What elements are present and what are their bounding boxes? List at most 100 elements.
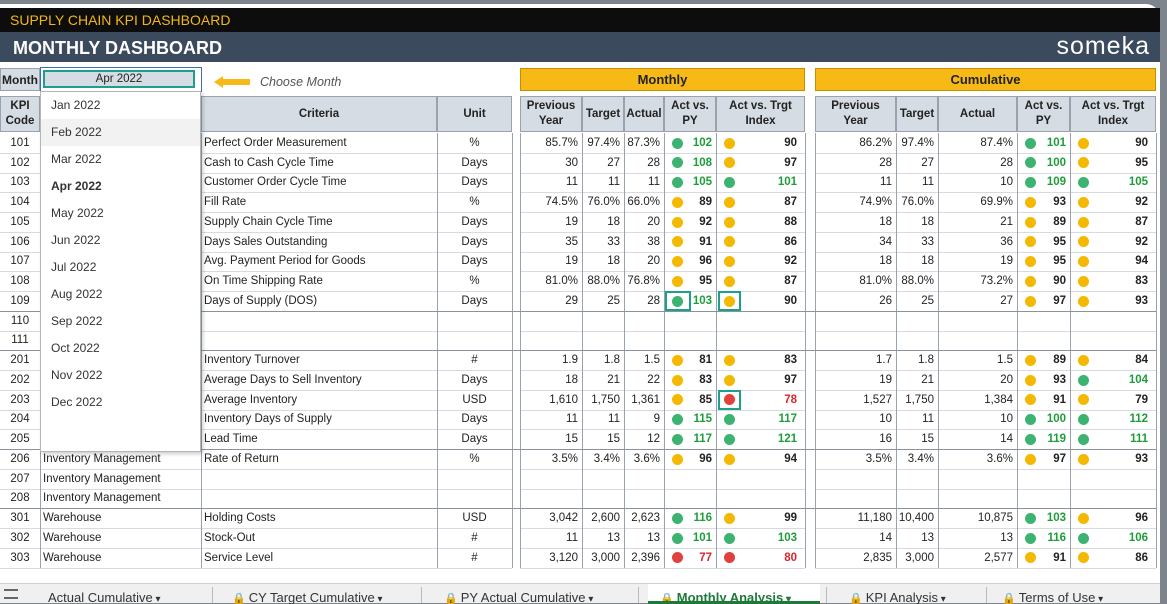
status-dot-icon [724,414,735,425]
kpi-code: 106 [10,235,30,248]
dropdown-option[interactable]: Jun 2022 [41,227,200,254]
monthly-act-vs-py: 115 [693,413,712,426]
monthly-act-vs-py: 105 [692,176,712,189]
section-cumulative: Cumulative [815,68,1156,91]
monthly-act-vs-trgt: 88 [784,215,797,228]
monthly-actual [624,311,664,331]
kpi-criteria: Service Level [204,551,274,564]
group-divider [0,508,1156,510]
monthly-actual [624,469,664,489]
header-kpi-code: KPI Code [0,96,40,132]
column-divider [1156,133,1157,568]
dropdown-option[interactable]: Feb 2022 [41,119,200,146]
kpi-code: 203 [10,393,30,406]
sheet-tab[interactable]: 🔒 Monthly Analysis ▾ [648,584,820,604]
monthly-prev-year: 19 [565,255,578,268]
cumulative-prev-year: 28 [879,156,892,169]
status-dot-icon [672,354,683,366]
monthly-actual: 20 [647,255,660,268]
dropdown-option[interactable]: May 2022 [41,200,200,227]
kpi-unit [437,331,512,351]
status-dot-icon [672,137,683,149]
row-divider [520,567,805,569]
status-dot-icon [1078,196,1089,208]
cumulative-actual: 21 [1000,215,1013,228]
cumulative-actual: 28 [1000,156,1013,169]
cumulative-target: 1,750 [905,393,934,406]
dropdown-option[interactable]: Apr 2022 [41,173,200,200]
cumulative-actual: 20 [1000,373,1013,386]
status-dot-icon [1025,512,1036,524]
status-dot-icon [1078,275,1089,287]
monthly-actual: 76.8% [627,275,660,288]
status-dot-icon [724,196,735,208]
dropdown-option[interactable]: Mar 2022 [41,146,200,173]
monthly-actual: 12 [647,433,660,446]
sheet-tab[interactable]: 🔒 CY Target Cumulative ▾ [220,584,415,604]
kpi-criteria: Stock-Out [204,531,256,544]
status-dot-icon [1025,374,1036,386]
cumulative-act-vs-trgt: 95 [1135,156,1148,169]
monthly-actual: 28 [647,156,660,169]
status-dot-icon [672,177,683,188]
sheet-tab-label: Monthly Analysis [676,590,784,604]
cumulative-prev-year: 2,835 [863,551,892,564]
cumulative-target: 21 [921,373,934,386]
monthly-prev-year: 19 [565,215,578,228]
monthly-actual: 2,396 [631,551,660,564]
sheet-tab[interactable]: Actual Cumulative ▾ [36,584,206,604]
kpi-criteria: Inventory Days of Supply [204,413,332,426]
kpi-criteria [201,489,437,509]
status-dot-icon [1078,177,1089,188]
cumulative-actual: 3.6% [986,452,1013,465]
monthly-act-vs-py: 108 [692,156,712,169]
choose-month-hint: Choose Month [260,75,342,89]
kpi-criteria: Inventory Turnover [204,354,300,367]
sheet-tab[interactable]: 🔒 PY Actual Cumulative ▾ [432,584,632,604]
monthly-target: 3.4% [593,452,620,465]
kpi-unit: USD [462,393,487,406]
status-dot-icon [672,532,683,544]
sheet-tab[interactable]: 🔒 Terms of Use ▾ [990,584,1140,604]
dropdown-option[interactable]: Aug 2022 [41,281,200,308]
dropdown-option[interactable]: Sep 2022 [41,308,200,335]
cumulative-act-vs-trgt: 87 [1135,215,1148,228]
cumulative-act-vs-py: 100 [1046,156,1066,169]
monthly-act-vs-py: 92 [699,215,712,228]
kpi-criteria: Cash to Cash Cycle Time [204,156,334,169]
cumulative-prev-year: 3.5% [865,452,892,465]
sheet-tab-label: CY Target Cumulative [248,590,375,604]
status-dot-icon [724,512,735,524]
dropdown-option[interactable]: Oct 2022 [41,335,200,362]
kpi-code: 301 [10,512,30,525]
cumulative-act-vs-py: 91 [1053,551,1066,564]
status-dot-icon [1078,137,1089,149]
header-unit: Unit [437,96,512,132]
sheet-tab[interactable]: 🔒 KPI Analysis ▾ [837,584,980,604]
monthly-target: 1,750 [591,393,620,406]
monthly-target [582,469,624,489]
dropdown-option[interactable]: Jan 2022 [41,92,200,119]
status-dot-icon [724,453,735,465]
dropdown-option[interactable]: Dec 2022 [41,389,200,416]
highlight-box [718,291,741,311]
monthly-target [582,311,624,331]
kpi-unit: % [469,275,480,288]
kpi-code: 303 [10,551,30,564]
monthly-actual: 87.3% [627,136,660,149]
cumulative-target: 13 [921,531,934,544]
cumulative-actual: 19 [1000,255,1013,268]
cumulative-act-vs-py: 95 [1053,235,1066,248]
status-dot-icon [724,374,735,386]
monthly-target: 33 [607,235,620,248]
monthly-actual: 1.5 [644,354,660,367]
dropdown-option[interactable]: Nov 2022 [41,362,200,389]
monthly-target: 21 [607,373,620,386]
kpi-unit: USD [462,512,487,525]
dropdown-option[interactable]: Jul 2022 [41,254,200,281]
monthly-target: 88.0% [587,275,620,288]
status-dot-icon [1025,414,1036,425]
tabs-menu-icon[interactable] [4,589,18,599]
cumulative-act-vs-trgt: 96 [1135,512,1148,525]
cumulative-prev-year: 74.9% [859,196,892,209]
